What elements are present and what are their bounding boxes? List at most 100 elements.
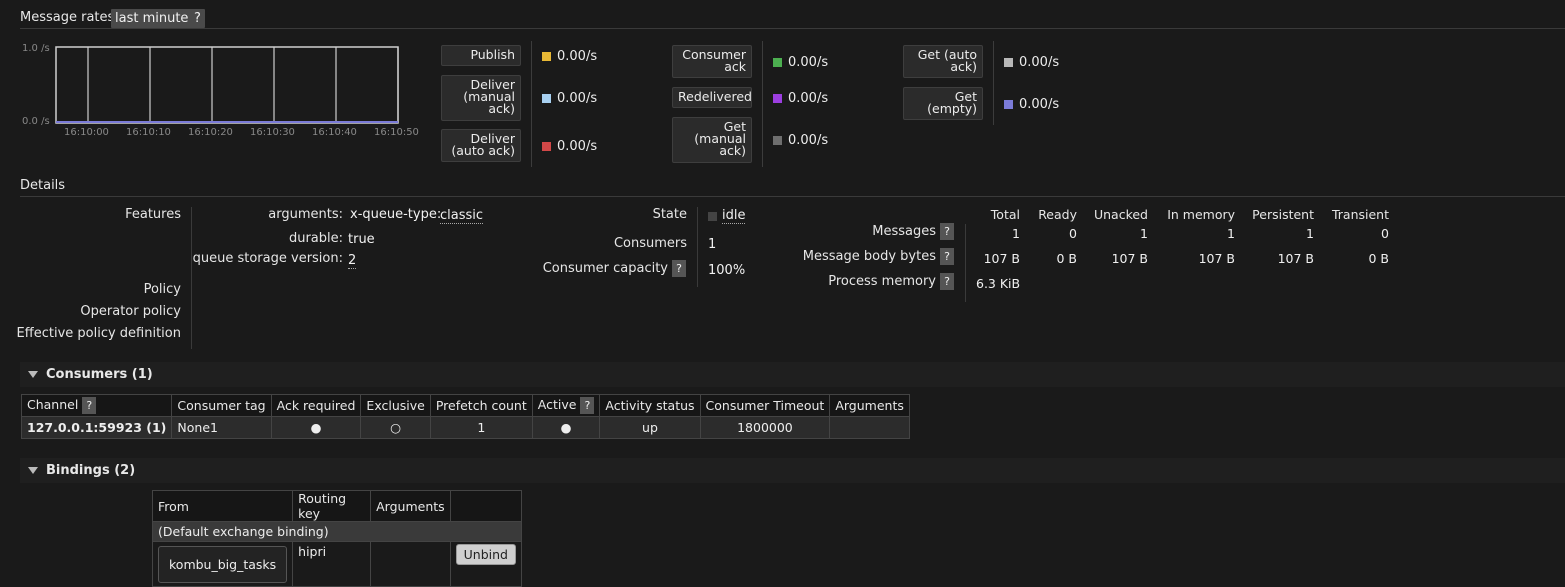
chart-frame xyxy=(55,46,399,124)
consumers-value: 1 xyxy=(708,237,717,252)
unbind-button[interactable]: Unbind xyxy=(455,544,516,565)
rate-period-selector[interactable]: last minute xyxy=(111,9,193,28)
publish-rate-value: 0.00/s xyxy=(557,49,598,64)
message-rates-rule xyxy=(20,28,1565,29)
bindings-header: Bindings (2) xyxy=(46,463,136,478)
col-arguments: Arguments xyxy=(829,394,910,417)
deliver-manual-color-swatch xyxy=(542,94,551,103)
get-empty-color-swatch xyxy=(1004,100,1013,109)
features-divider xyxy=(191,207,192,349)
col-persistent: Persistent xyxy=(1252,207,1314,222)
bytes-persistent: 107 B xyxy=(1277,251,1314,266)
col-binding-arguments: Arguments xyxy=(370,490,451,522)
bytes-unacked: 107 B xyxy=(1111,251,1148,266)
process-memory-help-icon[interactable]: ? xyxy=(940,273,954,290)
x-tick-label: 16:10:50 xyxy=(374,127,419,138)
channel-link[interactable]: 127.0.0.1:59923 (1) xyxy=(20,416,173,439)
exchange-link[interactable]: kombu_big_tasks xyxy=(158,545,288,583)
bytes-transient: 0 B xyxy=(1368,251,1389,266)
col-prefetch: Prefetch count xyxy=(429,394,533,417)
get-empty-rate-button[interactable]: Get (empty) xyxy=(903,87,983,120)
consumer-tag: None1 xyxy=(171,416,272,439)
col-in-memory: In memory xyxy=(1167,207,1235,222)
deliver-auto-rate-value: 0.00/s xyxy=(557,139,598,154)
active-help-icon[interactable]: ? xyxy=(580,397,595,414)
messages-label: Messages xyxy=(872,224,936,239)
consumer-arguments xyxy=(829,416,910,439)
get-auto-color-swatch xyxy=(1004,58,1013,67)
consumer-ack-rate-button[interactable]: Consumer ack xyxy=(672,45,752,78)
message-rates-chart xyxy=(55,46,399,124)
get-empty-rate-value: 0.00/s xyxy=(1019,97,1060,112)
prefetch-count: 1 xyxy=(429,416,533,439)
redelivered-rate-button[interactable]: Redelivered xyxy=(672,87,752,108)
get-manual-label-3: ack) xyxy=(719,143,746,158)
details-rule xyxy=(20,196,1565,197)
policy-label: Policy xyxy=(143,282,181,297)
routing-key: hipri xyxy=(292,541,372,587)
messages-ready: 0 xyxy=(1069,226,1077,241)
state-divider xyxy=(697,207,698,287)
collapse-triangle-icon xyxy=(28,371,38,378)
table-row: (Default exchange binding) xyxy=(152,521,522,542)
operator-policy-label: Operator policy xyxy=(80,304,181,319)
col-channel: Channel ? xyxy=(20,394,173,417)
get-auto-rate-button[interactable]: Get (auto ack) xyxy=(903,45,983,78)
messages-in-memory: 1 xyxy=(1227,226,1235,241)
process-memory-label: Process memory xyxy=(828,274,936,289)
col-active: Active ? xyxy=(531,394,601,417)
active-indicator: ● xyxy=(531,416,601,439)
col-consumer-tag: Consumer tag xyxy=(171,394,272,417)
col-ack-required: Ack required xyxy=(270,394,362,417)
rate-column-divider xyxy=(762,41,763,167)
consumer-timeout: 1800000 xyxy=(699,416,831,439)
redelivered-color-swatch xyxy=(773,94,782,103)
messages-persistent: 1 xyxy=(1306,226,1314,241)
col-activity-status: Activity status xyxy=(599,394,701,417)
get-empty-label-2: (empty) xyxy=(927,101,977,116)
table-row: kombu_big_tasks hipri Unbind xyxy=(151,541,523,587)
bytes-in-memory: 107 B xyxy=(1198,251,1235,266)
state-idle-indicator xyxy=(708,212,717,221)
bytes-ready: 0 B xyxy=(1056,251,1077,266)
get-auto-label-2: ack) xyxy=(950,59,977,74)
col-unacked: Unacked xyxy=(1093,207,1148,222)
features-label: Features xyxy=(125,207,181,222)
rate-column-divider xyxy=(993,41,994,125)
deliver-manual-rate-button[interactable]: Deliver (manual ack) xyxy=(441,75,521,121)
publish-rate-button[interactable]: Publish xyxy=(441,45,521,66)
get-manual-color-swatch xyxy=(773,136,782,145)
messages-unacked: 1 xyxy=(1140,226,1148,241)
details-title: Details xyxy=(20,178,66,193)
deliver-manual-label-3: ack) xyxy=(488,101,515,116)
collapse-triangle-icon xyxy=(28,467,38,474)
default-binding-row: (Default exchange binding) xyxy=(152,521,522,542)
message-rates-help-icon[interactable]: ? xyxy=(190,9,205,28)
deliver-auto-rate-button[interactable]: Deliver (auto ack) xyxy=(441,129,521,162)
col-routing-key: Routing key xyxy=(292,490,372,522)
message-rates-title: Message rates xyxy=(20,10,115,25)
x-tick-label: 16:10:00 xyxy=(64,127,109,138)
rate-column-divider xyxy=(531,41,532,167)
channel-help-icon[interactable]: ? xyxy=(82,397,97,414)
consumers-table: Channel ? Consumer tag Ack required Excl… xyxy=(20,394,910,439)
col-exclusive: Exclusive xyxy=(360,394,431,417)
col-consumer-timeout: Consumer Timeout xyxy=(699,394,831,417)
consumer-capacity-value: 100% xyxy=(708,263,746,278)
consumer-capacity-help-icon[interactable]: ? xyxy=(672,260,686,277)
bindings-section-toggle[interactable]: Bindings (2) xyxy=(20,458,1565,483)
deliver-auto-label-2: (auto ack) xyxy=(451,143,515,158)
x-tick-label: 16:10:30 xyxy=(250,127,295,138)
y-tick-top: 1.0 /s xyxy=(22,43,50,54)
durable-label: durable: xyxy=(288,231,343,246)
consumer-ack-label-2: ack xyxy=(724,59,746,74)
arguments-label: arguments: xyxy=(268,207,343,222)
exclusive-indicator: ○ xyxy=(360,416,431,439)
consumers-header: Consumers (1) xyxy=(46,367,153,382)
x-tick-label: 16:10:40 xyxy=(312,127,357,138)
consumers-label: Consumers xyxy=(613,236,687,251)
body-bytes-label: Message body bytes xyxy=(802,249,936,264)
get-manual-rate-button[interactable]: Get (manual ack) xyxy=(672,117,752,163)
consumer-ack-color-swatch xyxy=(773,58,782,67)
consumers-section-toggle[interactable]: Consumers (1) xyxy=(20,362,1565,387)
